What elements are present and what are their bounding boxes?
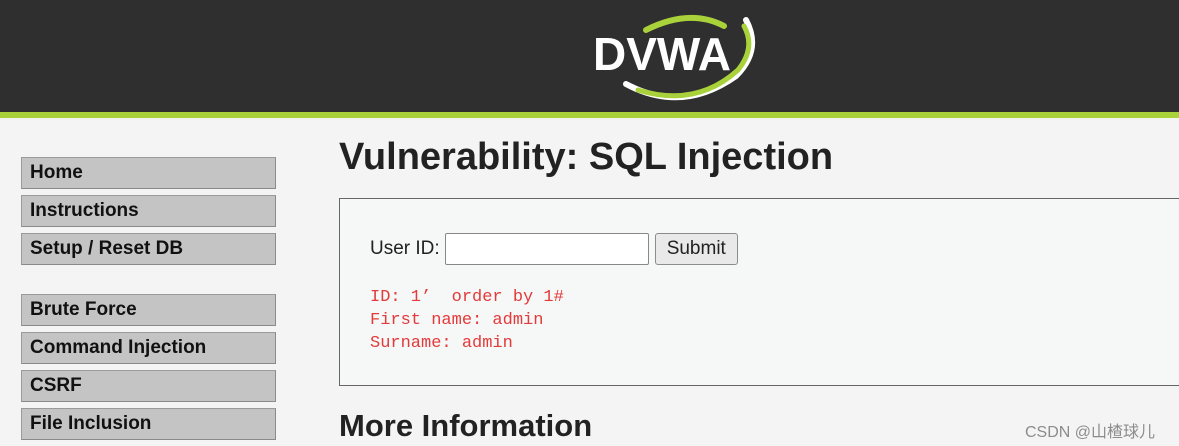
query-result: ID: 1’ order by 1# First name: admin Surna… [370, 286, 564, 355]
user-id-input[interactable] [444, 233, 649, 265]
result-line-surname: Surname: admin [370, 334, 513, 353]
menu-group-main: Home Instructions Setup / Reset DB [21, 157, 276, 265]
header-accent-stripe [0, 112, 1179, 118]
menu-item-brute-force[interactable]: Brute Force [21, 294, 276, 326]
csdn-watermark: CSDN @山楂球儿 [1025, 424, 1156, 441]
menu-group-vulnerabilities: Brute Force Command Injection CSRF File … [21, 294, 276, 440]
result-line-first-name: First name: admin [370, 311, 544, 330]
sqli-form: User ID: Submit [370, 233, 738, 265]
page-title: Vulnerability: SQL Injection [339, 136, 834, 178]
menu-item-home[interactable]: Home [21, 157, 276, 189]
menu-item-file-inclusion[interactable]: File Inclusion [21, 408, 276, 440]
dvwa-logo[interactable]: DVWA [586, 6, 766, 102]
result-line-id: ID: 1’ order by 1# [370, 288, 564, 307]
submit-button[interactable]: Submit [654, 233, 738, 265]
vulnerable-code-area: User ID: Submit ID: 1’ order by 1# First … [339, 198, 1179, 386]
user-id-label: User ID: [370, 238, 440, 259]
header-bar: DVWA [0, 0, 1179, 112]
logo-text: DVWA [593, 28, 731, 80]
menu-item-csrf[interactable]: CSRF [21, 370, 276, 402]
sidebar-menu: Home Instructions Setup / Reset DB Brute… [21, 157, 276, 446]
menu-item-instructions[interactable]: Instructions [21, 195, 276, 227]
menu-item-setup-reset-db[interactable]: Setup / Reset DB [21, 233, 276, 265]
menu-item-command-injection[interactable]: Command Injection [21, 332, 276, 364]
more-information-heading: More Information [339, 408, 593, 443]
